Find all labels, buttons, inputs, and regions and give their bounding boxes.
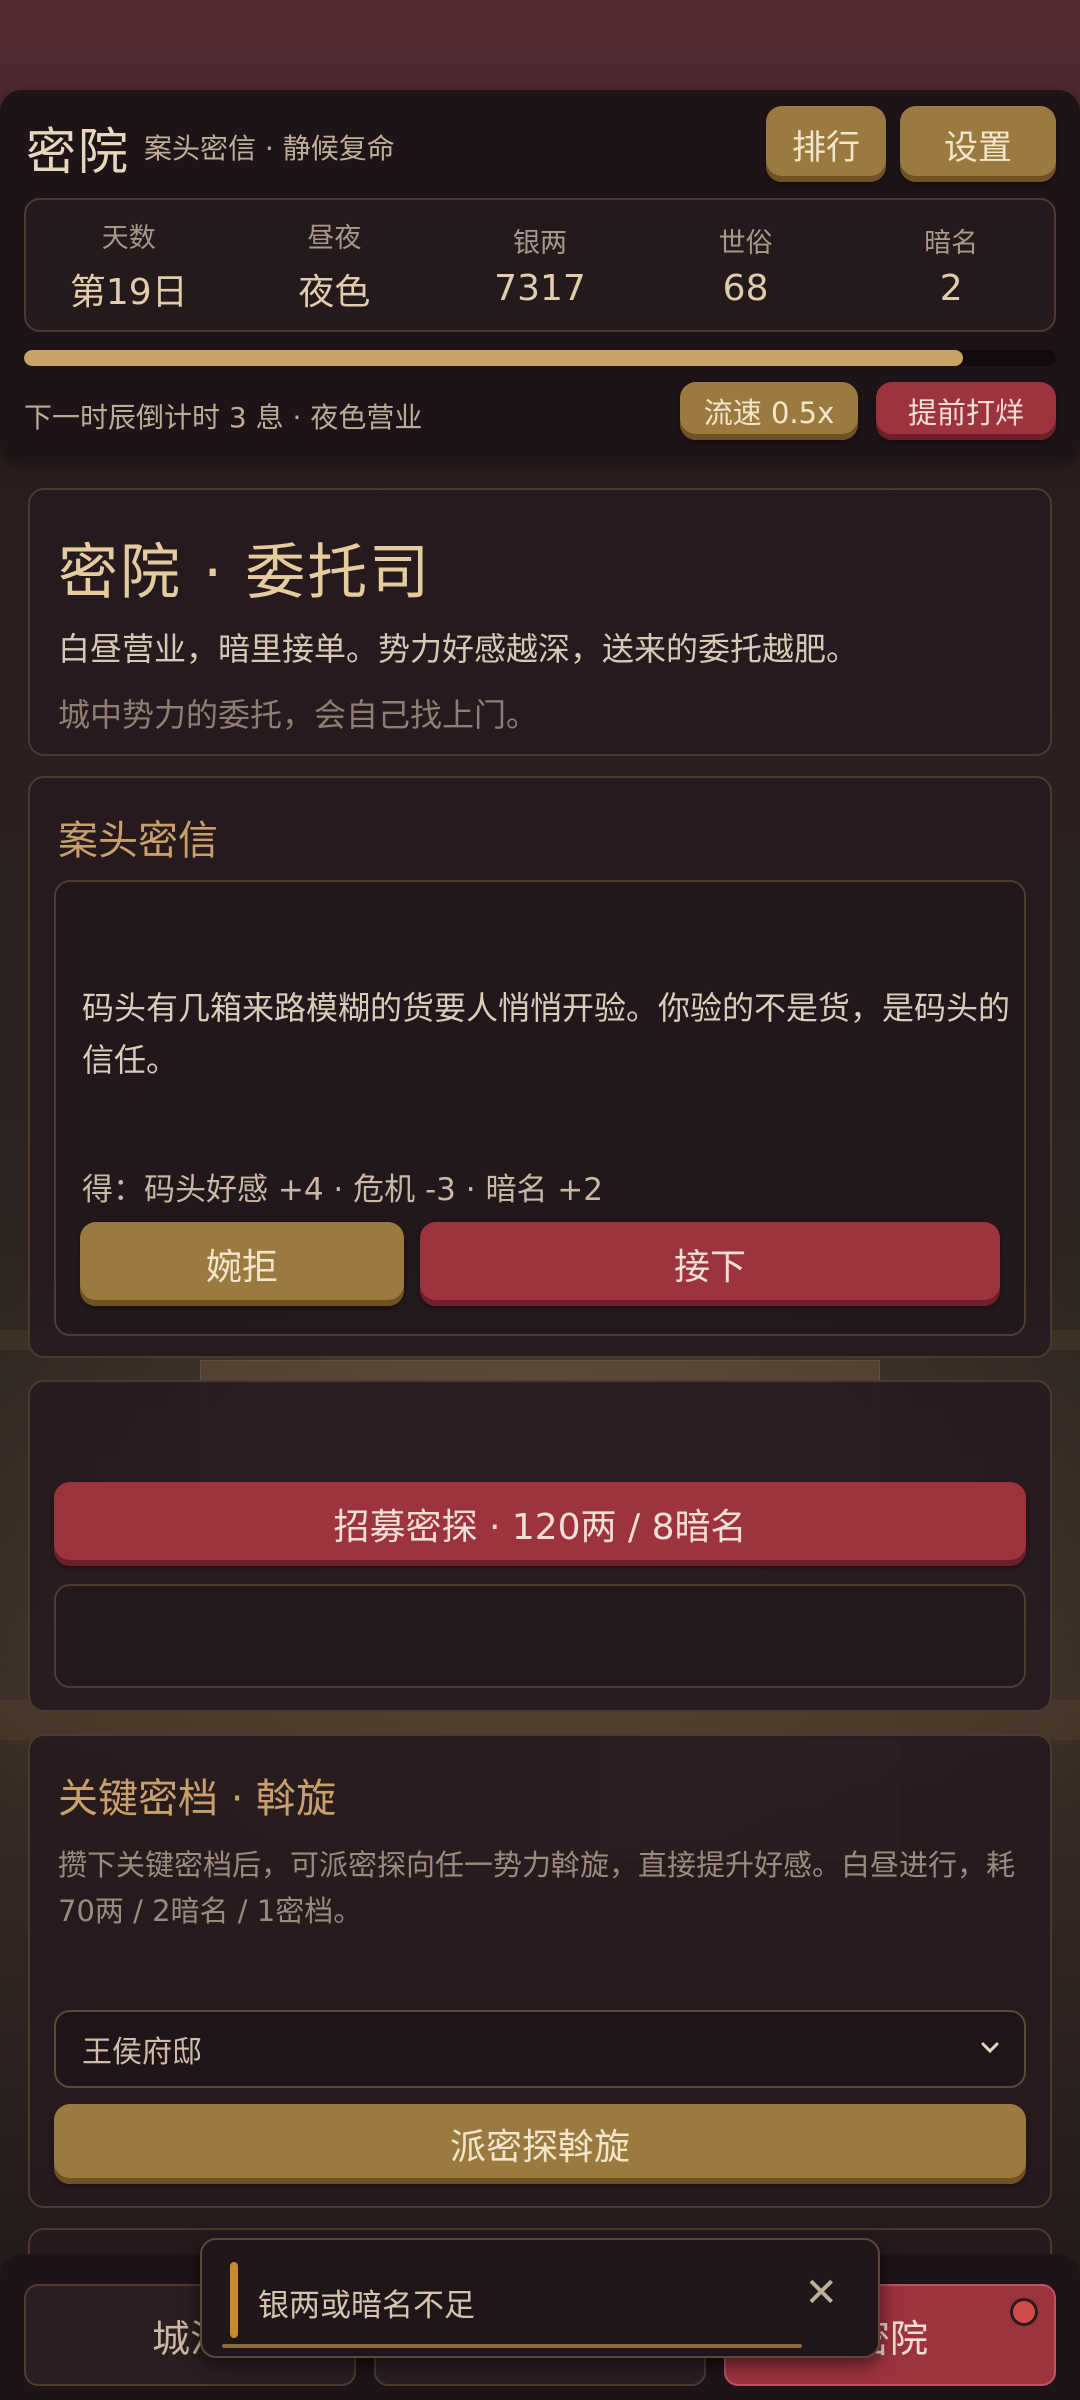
- letter-panel: 案头密信 码头有几箱来路模糊的货要人悄悄开验。你验的不是货，是码头的信任。 得：…: [28, 776, 1052, 1358]
- intro-desc: 白昼营业，暗里接单。势力好感越深，送来的委托越肥。: [58, 630, 859, 668]
- recruit-button[interactable]: 招募密探 · 120两 / 8暗名: [54, 1482, 1026, 1566]
- decline-button[interactable]: 婉拒: [80, 1222, 404, 1306]
- settings-button[interactable]: 设置: [900, 106, 1056, 182]
- intro-panel: 密院 · 委托司 白昼营业，暗里接单。势力好感越深，送来的委托越肥。 城中势力的…: [28, 488, 1052, 756]
- letter-panel-title: 案头密信: [58, 818, 218, 864]
- toast-message: 银两或暗名不足: [258, 2288, 475, 2324]
- stat-secular: 世俗 68: [718, 228, 773, 309]
- accept-button[interactable]: 接下: [420, 1222, 1000, 1306]
- recruit-panel: 招募密探 · 120两 / 8暗名: [28, 1380, 1052, 1712]
- archive-desc: 攒下关键密档后，可派密探向任一势力斡旋，直接提升好感。白昼进行，耗 70两 / …: [58, 1848, 1016, 1928]
- close-early-button[interactable]: 提前打烊: [876, 382, 1056, 440]
- letter-body: 码头有几箱来路模糊的货要人悄悄开验。你验的不是货，是码头的信任。: [82, 989, 1011, 1079]
- stat-days: 天数 第19日: [69, 222, 188, 313]
- page-subtitle: 案头密信 · 静候复命: [144, 132, 395, 165]
- faction-select-value: 王侯府邸: [82, 2035, 202, 2070]
- letter-reward: 得：码头好感 +4 · 危机 -3 · 暗名 +2: [82, 1172, 603, 1208]
- archive-title: 关键密档 · 斡旋: [58, 1776, 337, 1822]
- toast-timer-bar: [222, 2344, 802, 2348]
- faction-select[interactable]: 王侯府邸: [54, 2010, 1026, 2088]
- recruit-slot: [54, 1584, 1026, 1688]
- archive-panel: 关键密档 · 斡旋 攒下关键密档后，可派密探向任一势力斡旋，直接提升好感。白昼进…: [28, 1734, 1052, 2208]
- stat-silver: 银两 7317: [494, 228, 586, 309]
- intro-hint: 城中势力的委托，会自己找上门。: [58, 696, 539, 734]
- time-progress-bar: [24, 350, 1056, 366]
- intro-title: 密院 · 委托司: [58, 538, 432, 608]
- stat-dark-fame: 暗名 2: [924, 228, 979, 309]
- speed-button[interactable]: 流速 0.5x: [680, 382, 858, 440]
- countdown-text: 下一时辰倒计时 3 息 · 夜色营业: [24, 401, 423, 434]
- close-icon[interactable]: ✕: [804, 2270, 838, 2316]
- notification-dot: [1010, 2298, 1038, 2326]
- mediate-button[interactable]: 派密探斡旋: [54, 2104, 1026, 2184]
- time-progress-fill: [24, 350, 964, 366]
- rank-button[interactable]: 排行: [766, 106, 886, 182]
- letter-card: 码头有几箱来路模糊的货要人悄悄开验。你验的不是货，是码头的信任。 得：码头好感 …: [54, 880, 1026, 1336]
- stat-daynight: 昼夜 夜色: [298, 222, 371, 313]
- chevron-down-icon: [981, 2042, 999, 2054]
- stats-bar: 天数 第19日 昼夜 夜色 银两 7317 世俗 68 暗名 2: [24, 198, 1056, 332]
- toast-accent: [230, 2262, 238, 2338]
- toast-notification: 银两或暗名不足 ✕: [200, 2238, 880, 2358]
- page-title: 密院: [26, 123, 130, 181]
